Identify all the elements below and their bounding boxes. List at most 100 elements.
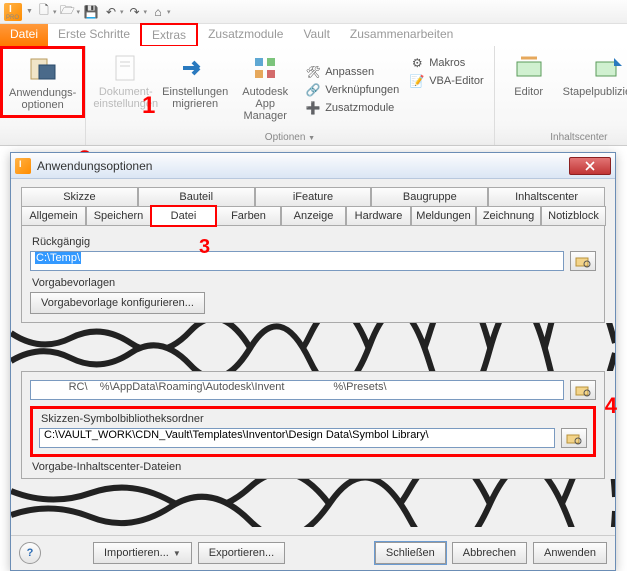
customize-icon: 🛠 — [305, 64, 321, 80]
app-menu-dropdown-icon[interactable]: ▼ — [26, 8, 33, 15]
macro-icon: ⚙ — [409, 55, 425, 71]
dropdown-icon[interactable]: ▾ — [143, 8, 147, 16]
close-button[interactable] — [569, 157, 611, 175]
links-icon: 🔗 — [305, 82, 321, 98]
migrate-settings-button[interactable]: Einstellungen migrieren — [161, 50, 229, 130]
options-group-label: Optionen ▼ — [92, 130, 487, 145]
menu-tab-extras[interactable]: Extras — [140, 23, 198, 47]
batch-publish-icon — [592, 52, 624, 84]
file-tab-panel-mid: RC\ %\AppData\Roaming\Autodesk\Invent %\… — [21, 371, 605, 479]
tab-hardware[interactable]: Hardware — [346, 206, 411, 226]
application-options-dialog: Anwendungsoptionen Skizze Bauteil iFeatu… — [10, 152, 616, 571]
verknuepfungen-button[interactable]: 🔗Verknüpfungen — [301, 81, 403, 99]
tab-inhaltscenter[interactable]: Inhaltscenter — [488, 187, 605, 207]
undo-label: Rückgängig — [32, 236, 596, 248]
dropdown-icon[interactable]: ▾ — [167, 8, 171, 16]
symbol-library-path-input[interactable]: C:\VAULT_WORK\CDN_Vault\Templates\Invent… — [39, 428, 555, 448]
tab-skizze[interactable]: Skizze — [21, 187, 138, 207]
presets-path-input[interactable]: RC\ %\AppData\Roaming\Autodesk\Invent %\… — [30, 380, 564, 400]
undo-icon[interactable]: ↶ — [102, 3, 120, 21]
tab-notizblock[interactable]: Notizblock — [541, 206, 606, 226]
browse-icon — [575, 254, 591, 268]
dialog-button-row: ? Importieren...▼ Exportieren... Schließ… — [11, 535, 615, 570]
configure-template-button[interactable]: Vorgabevorlage konfigurieren... — [30, 292, 205, 314]
menu-bar: Datei Erste Schritte Extras Zusatzmodule… — [0, 24, 627, 46]
new-icon[interactable]: 🗋 — [35, 3, 53, 21]
tab-anzeige[interactable]: Anzeige — [281, 206, 346, 226]
app-options-icon — [27, 53, 59, 85]
browse-presets-button[interactable] — [570, 380, 596, 400]
tab-strip-lower: Allgemein Speichern Datei Farben Anzeige… — [21, 206, 605, 226]
close-icon — [585, 161, 595, 171]
tab-farben[interactable]: Farben — [216, 206, 281, 226]
apply-button[interactable]: Anwenden — [533, 542, 607, 564]
tab-baugruppe[interactable]: Baugruppe — [371, 187, 488, 207]
tab-meldungen[interactable]: Meldungen — [411, 206, 476, 226]
tab-datei[interactable]: Datei — [151, 206, 216, 226]
menu-tab-zusammenarbeiten[interactable]: Zusammenarbeiten — [340, 24, 463, 46]
anpassen-button[interactable]: 🛠Anpassen — [301, 63, 378, 81]
application-options-button[interactable]: Anwendungs- optionen — [0, 46, 85, 118]
help-button[interactable]: ? — [19, 542, 41, 564]
dropdown-icon[interactable]: ▾ — [53, 8, 57, 16]
annotation-4: 4 — [605, 393, 617, 419]
quick-access-toolbar: PRO ▼ 🗋▾ 🗁▾ 💾 ↶▾ ↷▾ ⌂▾ — [0, 0, 627, 24]
doc-settings-icon — [110, 52, 142, 84]
zusatzmodule-button[interactable]: ➕Zusatzmodule — [301, 99, 398, 117]
tab-zeichnung[interactable]: Zeichnung — [476, 206, 541, 226]
menu-tab-datei[interactable]: Datei — [0, 24, 48, 46]
addin-icon: ➕ — [305, 100, 321, 116]
batch-publish-button[interactable]: Stapelpublizierung — [559, 50, 627, 130]
browse-symbol-library-button[interactable] — [561, 428, 587, 448]
app-options-label: Anwendungs- optionen — [9, 87, 76, 111]
migrate-label: Einstellungen migrieren — [162, 86, 228, 110]
vba-editor-button[interactable]: 📝VBA-Editor — [405, 72, 487, 90]
cancel-button[interactable]: Abbrechen — [452, 542, 527, 564]
content-center-group-label: Inhaltscenter — [501, 130, 627, 145]
menu-tab-zusatzmodule[interactable]: Zusatzmodule — [198, 24, 293, 46]
tab-allgemein[interactable]: Allgemein — [21, 206, 86, 226]
editor-label: Editor — [514, 86, 543, 98]
dropdown-icon[interactable]: ▾ — [120, 8, 124, 16]
home-icon[interactable]: ⌂ — [149, 3, 167, 21]
ribbon: Anwendungs- optionen 2 Dokument- einstel… — [0, 46, 627, 146]
annotation-3: 3 — [199, 236, 210, 259]
import-button[interactable]: Importieren...▼ — [93, 542, 192, 564]
migrate-icon — [179, 52, 211, 84]
tab-bauteil[interactable]: Bauteil — [138, 187, 255, 207]
tab-speichern[interactable]: Speichern — [86, 206, 151, 226]
torn-edge — [11, 479, 615, 527]
annotation-1: 1 — [142, 92, 155, 120]
content-center-files-label: Vorgabe-Inhaltscenter-Dateien — [32, 461, 596, 473]
tab-strip-upper: Skizze Bauteil iFeature Baugruppe Inhalt… — [21, 187, 605, 207]
undo-path-input[interactable]: C:\Temp\ — [30, 251, 564, 271]
editor-icon — [513, 52, 545, 84]
app-manager-button[interactable]: Autodesk App Manager — [231, 50, 299, 130]
dialog-titlebar[interactable]: Anwendungsoptionen — [11, 153, 615, 179]
symbol-library-section: Skizzen-Symbolbibliotheksordner C:\VAULT… — [30, 406, 596, 457]
symbol-library-label: Skizzen-Symbolbibliotheksordner — [41, 413, 587, 425]
makros-button[interactable]: ⚙Makros — [405, 54, 469, 72]
app-manager-icon — [249, 52, 281, 84]
save-icon[interactable]: 💾 — [82, 3, 100, 21]
export-button[interactable]: Exportieren... — [198, 542, 285, 564]
torn-edge — [11, 323, 615, 371]
menu-tab-vault[interactable]: Vault — [293, 24, 339, 46]
browse-icon — [575, 383, 591, 397]
app-logo-icon[interactable]: PRO — [4, 3, 22, 21]
app-manager-label: Autodesk App Manager — [235, 86, 295, 122]
close-dialog-button[interactable]: Schließen — [375, 542, 446, 564]
tab-ifeature[interactable]: iFeature — [255, 187, 372, 207]
file-tab-panel: Rückgängig C:\Temp\ Vorgabevorlagen Vorg… — [21, 226, 605, 323]
menu-tab-erste-schritte[interactable]: Erste Schritte — [48, 24, 140, 46]
browse-icon — [566, 431, 582, 445]
dialog-title: Anwendungsoptionen — [37, 159, 152, 173]
redo-icon[interactable]: ↷ — [125, 3, 143, 21]
editor-button[interactable]: Editor — [501, 50, 557, 130]
dropdown-icon[interactable]: ▾ — [76, 8, 80, 16]
browse-undo-button[interactable] — [570, 251, 596, 271]
open-icon[interactable]: 🗁 — [58, 3, 76, 21]
templates-label: Vorgabevorlagen — [32, 277, 596, 289]
dialog-logo-icon — [15, 158, 31, 174]
batch-publish-label: Stapelpublizierung — [563, 86, 627, 98]
